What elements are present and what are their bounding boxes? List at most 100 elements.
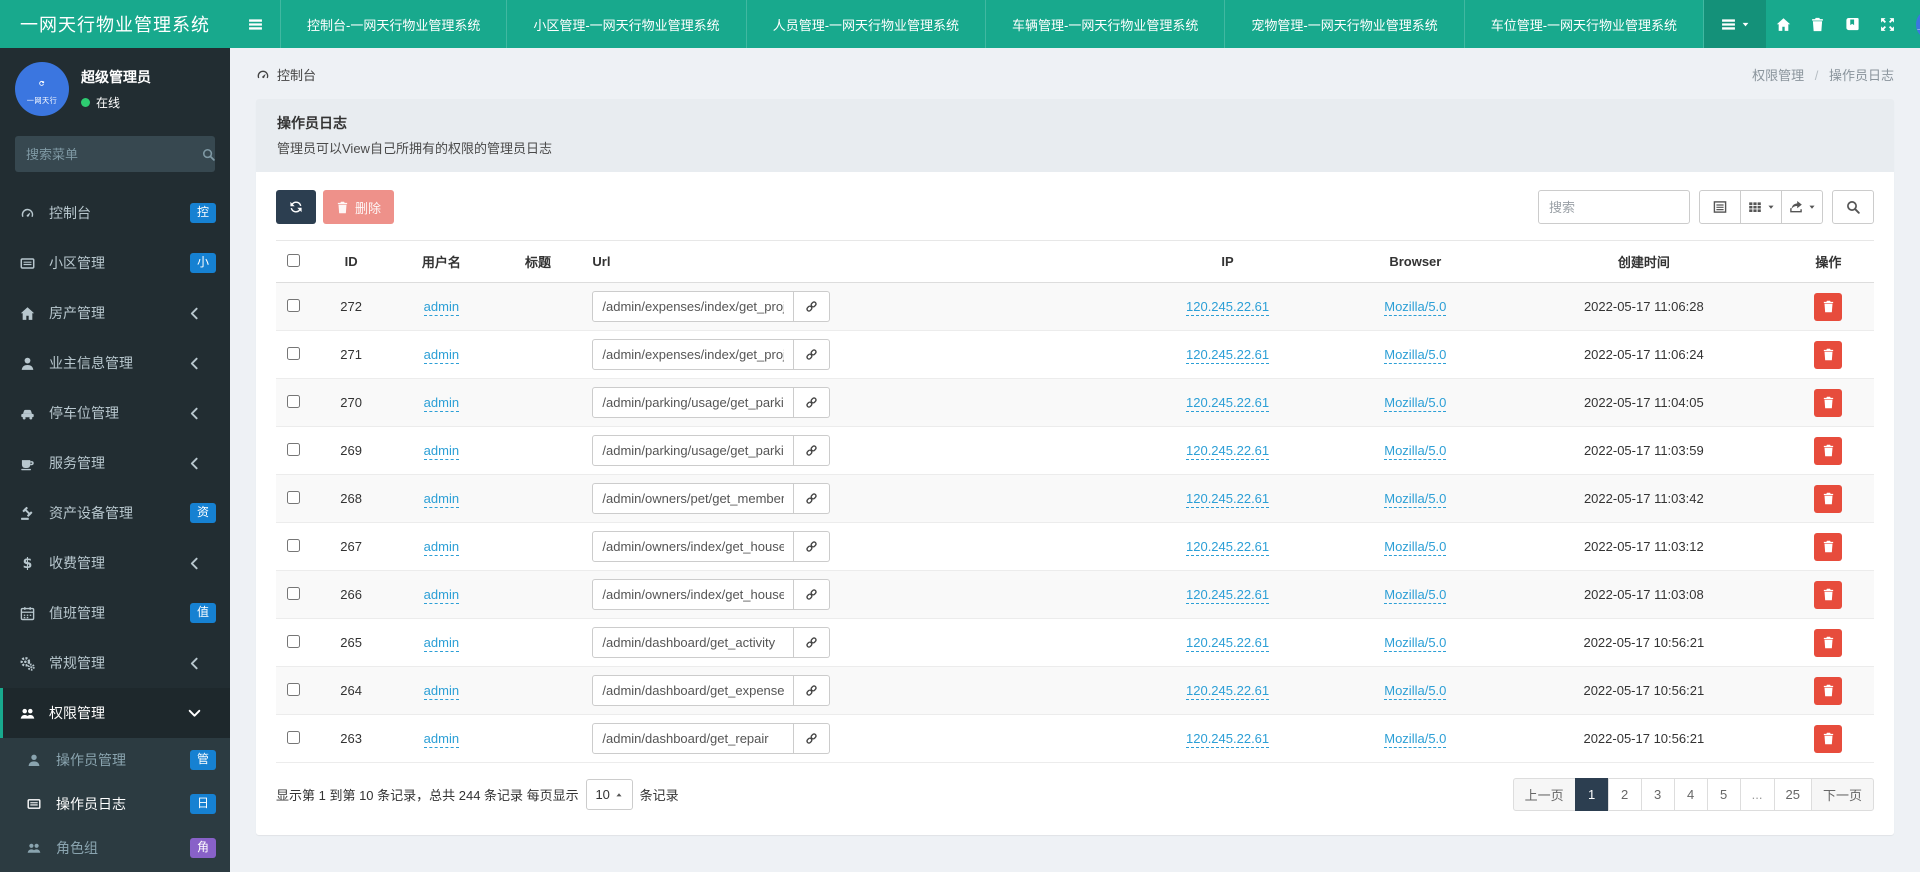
url-link-button[interactable] xyxy=(794,339,831,370)
delete-button[interactable]: 删除 xyxy=(323,190,395,224)
column-header[interactable]: 操作 xyxy=(1782,240,1874,283)
sidebar-item-权限管理[interactable]: 权限管理 xyxy=(0,688,230,738)
ip-link[interactable]: 120.245.22.61 xyxy=(1186,347,1270,364)
username-link[interactable]: admin xyxy=(423,299,460,316)
fullscreen-button[interactable] xyxy=(1870,0,1905,48)
browser-link[interactable]: Mozilla/5.0 xyxy=(1384,491,1447,508)
url-link-button[interactable] xyxy=(794,291,831,322)
url-link-button[interactable] xyxy=(794,723,831,754)
browser-link[interactable]: Mozilla/5.0 xyxy=(1384,731,1447,748)
page-button-2[interactable]: 2 xyxy=(1607,778,1642,811)
brand-title[interactable]: 一网天行物业管理系统 xyxy=(0,0,230,48)
username-link[interactable]: admin xyxy=(423,587,460,604)
refresh-button[interactable] xyxy=(276,190,316,224)
ip-link[interactable]: 120.245.22.61 xyxy=(1186,491,1270,508)
detail-view-button[interactable] xyxy=(1699,190,1741,224)
username-link[interactable]: admin xyxy=(423,395,460,412)
nav-tab[interactable]: 车位管理-一网天行物业管理系统 xyxy=(1463,0,1705,48)
row-delete-button[interactable] xyxy=(1814,436,1843,465)
row-delete-button[interactable] xyxy=(1814,532,1843,561)
browser-link[interactable]: Mozilla/5.0 xyxy=(1384,395,1447,412)
row-checkbox[interactable] xyxy=(287,394,301,408)
row-delete-button[interactable] xyxy=(1814,484,1843,513)
nav-tab[interactable]: 宠物管理-一网天行物业管理系统 xyxy=(1224,0,1463,48)
browser-link[interactable]: Mozilla/5.0 xyxy=(1384,299,1447,316)
browser-link[interactable]: Mozilla/5.0 xyxy=(1384,539,1447,556)
url-link-button[interactable] xyxy=(794,531,831,562)
page-button-25[interactable]: 25 xyxy=(1773,778,1812,811)
sidebar-item-服务管理[interactable]: 服务管理 xyxy=(0,438,230,488)
url-input[interactable] xyxy=(592,435,795,466)
sidebar-item-值班管理[interactable]: 值班管理 值 xyxy=(0,588,230,638)
row-delete-button[interactable] xyxy=(1814,724,1843,753)
row-checkbox[interactable] xyxy=(287,490,301,504)
nav-tab[interactable]: 控制台-一网天行物业管理系统 xyxy=(280,0,506,48)
row-checkbox[interactable] xyxy=(287,730,301,744)
url-input[interactable] xyxy=(592,579,795,610)
url-link-button[interactable] xyxy=(794,675,831,706)
url-input[interactable] xyxy=(592,387,795,418)
nav-tab[interactable]: 小区管理-一网天行物业管理系统 xyxy=(506,0,745,48)
browser-link[interactable]: Mozilla/5.0 xyxy=(1384,635,1447,652)
column-header[interactable]: IP xyxy=(1129,240,1326,283)
url-input[interactable] xyxy=(592,675,795,706)
menu-search-input[interactable] xyxy=(26,146,202,162)
ip-link[interactable]: 120.245.22.61 xyxy=(1186,299,1270,316)
sidebar-item-常规管理[interactable]: 常规管理 xyxy=(0,638,230,688)
ip-link[interactable]: 120.245.22.61 xyxy=(1186,635,1270,652)
column-header[interactable]: 标题 xyxy=(491,240,585,283)
url-input[interactable] xyxy=(592,723,795,754)
export-button[interactable] xyxy=(1781,190,1823,224)
browser-link[interactable]: Mozilla/5.0 xyxy=(1384,587,1447,604)
url-link-button[interactable] xyxy=(794,387,831,418)
sidebar-item-业主信息管理[interactable]: 业主信息管理 xyxy=(0,338,230,388)
column-header[interactable]: Browser xyxy=(1325,240,1505,283)
select-all-checkbox[interactable] xyxy=(287,253,301,267)
column-header[interactable]: 创建时间 xyxy=(1504,240,1783,283)
next-page-button[interactable]: 下一页 xyxy=(1810,778,1874,811)
log-button[interactable] xyxy=(1835,0,1870,48)
ip-link[interactable]: 120.245.22.61 xyxy=(1186,539,1270,556)
nav-tab[interactable]: 车辆管理-一网天行物业管理系统 xyxy=(985,0,1224,48)
column-header[interactable]: ID xyxy=(311,240,392,283)
username-link[interactable]: admin xyxy=(423,683,460,700)
username-link[interactable]: admin xyxy=(423,731,460,748)
browser-link[interactable]: Mozilla/5.0 xyxy=(1384,683,1447,700)
browser-link[interactable]: Mozilla/5.0 xyxy=(1384,347,1447,364)
row-delete-button[interactable] xyxy=(1814,292,1843,321)
sidebar-item-收费管理[interactable]: $ 收费管理 xyxy=(0,538,230,588)
url-link-button[interactable] xyxy=(794,579,831,610)
ip-link[interactable]: 120.245.22.61 xyxy=(1186,731,1270,748)
column-header[interactable]: 用户名 xyxy=(391,240,492,283)
url-link-button[interactable] xyxy=(794,627,831,658)
sidebar-subitem-操作员日志[interactable]: 操作员日志 日 xyxy=(0,782,230,826)
row-checkbox[interactable] xyxy=(287,442,301,456)
ip-link[interactable]: 120.245.22.61 xyxy=(1186,587,1270,604)
breadcrumb-dashboard[interactable]: 控制台 xyxy=(277,65,316,84)
url-input[interactable] xyxy=(592,531,795,562)
ip-link[interactable]: 120.245.22.61 xyxy=(1186,395,1270,412)
ip-link[interactable]: 120.245.22.61 xyxy=(1186,683,1270,700)
sidebar-item-小区管理[interactable]: 小区管理 小 xyxy=(0,238,230,288)
advanced-search-button[interactable] xyxy=(1832,190,1874,224)
username-link[interactable]: admin xyxy=(423,347,460,364)
url-input[interactable] xyxy=(592,291,795,322)
prev-page-button[interactable]: 上一页 xyxy=(1512,778,1576,811)
sidebar-item-资产设备管理[interactable]: 资产设备管理 资 xyxy=(0,488,230,538)
nav-tab[interactable]: 人员管理-一网天行物业管理系统 xyxy=(745,0,985,48)
username-link[interactable]: admin xyxy=(423,491,460,508)
row-delete-button[interactable] xyxy=(1814,340,1843,369)
url-input[interactable] xyxy=(592,339,795,370)
browser-link[interactable]: Mozilla/5.0 xyxy=(1384,443,1447,460)
row-checkbox[interactable] xyxy=(287,634,301,648)
columns-button[interactable] xyxy=(1740,190,1782,224)
sidebar-subitem-角色组[interactable]: 角色组 角 xyxy=(0,826,230,870)
row-delete-button[interactable] xyxy=(1814,580,1843,609)
page-size-select[interactable]: 10 xyxy=(585,779,633,810)
breadcrumb[interactable]: 控制台 xyxy=(256,65,316,84)
column-header[interactable]: Url xyxy=(584,240,1130,283)
table-search-input[interactable] xyxy=(1538,190,1690,224)
page-button-3[interactable]: 3 xyxy=(1640,778,1675,811)
ip-link[interactable]: 120.245.22.61 xyxy=(1186,443,1270,460)
row-delete-button[interactable] xyxy=(1814,388,1843,417)
